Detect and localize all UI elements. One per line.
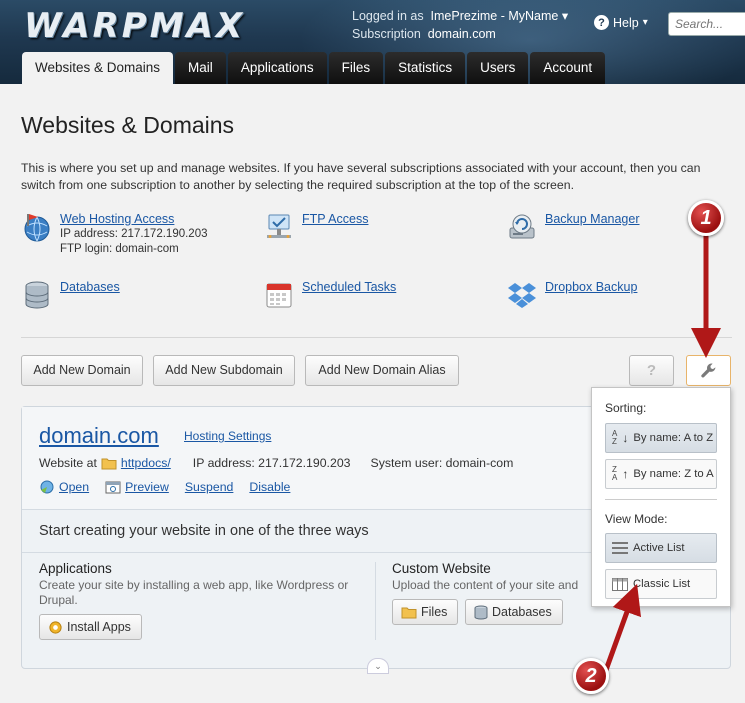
annotation-marker-2: 2 bbox=[573, 658, 609, 694]
arrow-2 bbox=[603, 583, 642, 671]
annotation-arrows bbox=[603, 232, 721, 671]
annotation-marker-1: 1 bbox=[688, 200, 724, 236]
